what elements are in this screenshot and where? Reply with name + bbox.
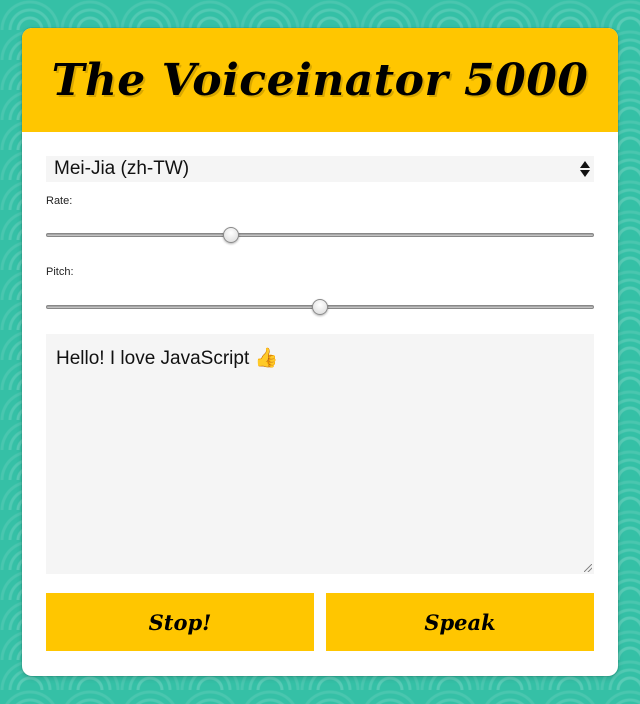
speak-button[interactable]: Speak xyxy=(326,593,594,651)
rate-slider-thumb[interactable] xyxy=(223,227,240,243)
voice-select[interactable]: Mei-Jia (zh-TW) xyxy=(46,156,594,182)
stop-button[interactable]: Stop! xyxy=(46,593,314,651)
rate-slider[interactable] xyxy=(46,225,594,245)
select-arrows-icon xyxy=(580,159,590,179)
voice-select-value: Mei-Jia (zh-TW) xyxy=(54,158,190,179)
app-title: The Voiceinator 5000 xyxy=(51,54,589,106)
pitch-label: Pitch: xyxy=(46,266,74,278)
message-textarea[interactable]: Hello! I love JavaScript 👍 xyxy=(46,334,594,574)
voiceinator-panel: The Voiceinator 5000 Mei-Jia (zh-TW) Rat… xyxy=(22,28,618,676)
rate-label: Rate: xyxy=(46,195,73,207)
rate-slider-track[interactable] xyxy=(46,233,594,237)
message-text: Hello! I love JavaScript 👍 xyxy=(56,348,279,369)
pitch-slider-thumb[interactable] xyxy=(312,299,328,315)
pitch-slider[interactable] xyxy=(46,297,594,317)
header: The Voiceinator 5000 xyxy=(22,28,618,132)
resize-grip-icon[interactable] xyxy=(584,564,592,572)
